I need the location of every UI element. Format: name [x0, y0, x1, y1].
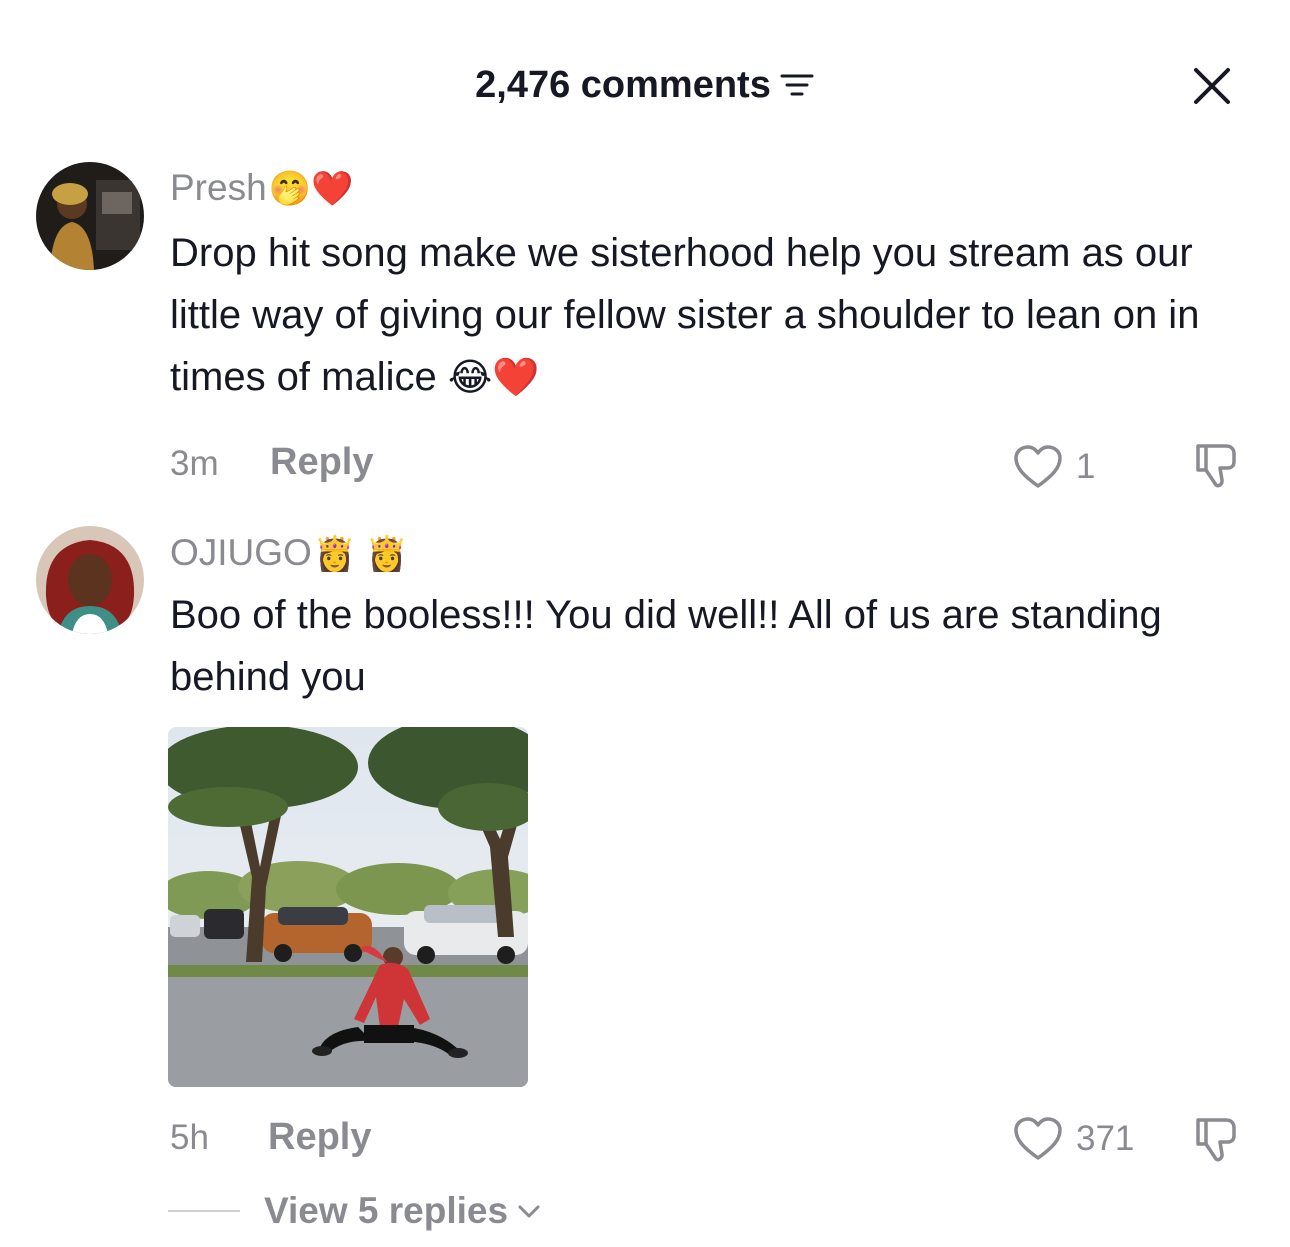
comments-header: 2,476 comments	[0, 0, 1290, 150]
comment-text: Boo of the booless!!! You did well!! All…	[170, 593, 1162, 699]
avatar[interactable]	[36, 162, 144, 270]
view-replies-button[interactable]: View 5 replies	[168, 1190, 542, 1232]
heart-icon	[1014, 445, 1062, 488]
comment-text: Drop hit song make we sisterhood help yo…	[170, 231, 1200, 399]
like-button[interactable]: 1	[1012, 444, 1095, 490]
comment-emojis: 😂❤️	[447, 357, 540, 399]
comment-username[interactable]: Presh🤭❤️	[170, 166, 353, 211]
like-count: 371	[1076, 1119, 1135, 1158]
like-button[interactable]: 371	[1012, 1116, 1134, 1162]
comment-image[interactable]	[168, 727, 528, 1087]
chevron-down-icon	[518, 1205, 540, 1218]
username-emojis: 👸 👸	[313, 535, 408, 573]
comments-count: 2,476 comments	[475, 63, 771, 106]
heart-icon	[1014, 1117, 1062, 1160]
comment-time: 3m	[170, 444, 219, 483]
dislike-icon[interactable]	[1188, 436, 1244, 492]
filter-icon[interactable]	[779, 70, 815, 100]
comments-title: 2,476 comments	[0, 60, 1290, 108]
avatar[interactable]	[36, 526, 144, 634]
view-replies-label[interactable]: View 5 replies	[264, 1190, 508, 1232]
reply-button[interactable]: Reply	[268, 1116, 371, 1159]
comment-time: 5h	[170, 1118, 209, 1157]
comment-username[interactable]: OJIUGO👸 👸	[170, 531, 408, 576]
dislike-icon[interactable]	[1188, 1110, 1244, 1166]
username-emojis: 🤭❤️	[268, 170, 354, 208]
close-icon[interactable]	[1188, 62, 1236, 110]
like-count: 1	[1076, 447, 1096, 486]
reply-button[interactable]: Reply	[270, 441, 373, 484]
divider	[168, 1210, 240, 1212]
